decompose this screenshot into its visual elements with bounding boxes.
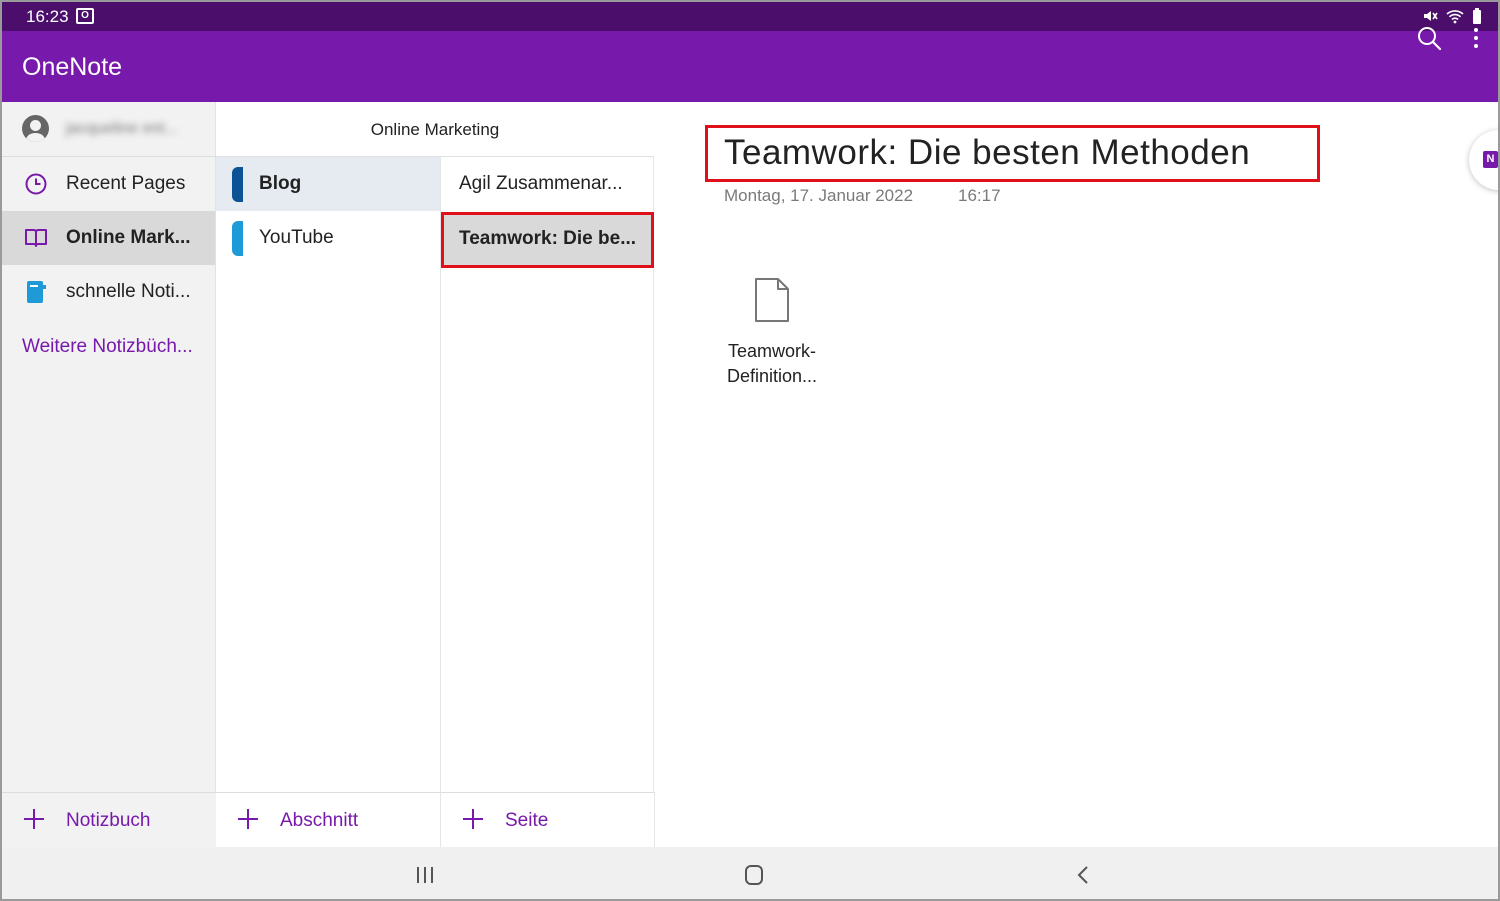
onenote-logo-icon: N (1483, 151, 1498, 168)
pages-panel: Agil Zusammenar... Teamwork: Die be... (441, 157, 654, 847)
notebook-open-icon (25, 229, 47, 247)
avatar (22, 115, 49, 142)
section-item-blog[interactable]: Blog (216, 157, 440, 211)
status-time: 16:23 (26, 7, 69, 26)
more-notebooks-link[interactable]: Weitere Notizbüch... (22, 336, 193, 358)
plus-icon (461, 807, 485, 831)
notebook-item-online-marketing[interactable]: Online Mark... (2, 211, 215, 265)
search-icon[interactable] (1415, 24, 1443, 52)
page-item-teamwork[interactable]: Teamwork: Die be... (441, 212, 654, 266)
section-color-tab (232, 167, 243, 202)
notebooks-panel: jacqueline ent... Recent Pages Online Ma… (2, 102, 216, 847)
notebook-item-label: schnelle Noti... (66, 281, 191, 302)
status-icons (1422, 8, 1482, 24)
add-notebook-button[interactable]: Notizbuch (2, 792, 216, 847)
notebook-header: Online Marketing (216, 102, 654, 157)
page-date: Montag, 17. Januar 2022 (724, 186, 914, 205)
add-page-label: Seite (505, 810, 549, 831)
account-row[interactable]: jacqueline ent... (2, 102, 216, 157)
plus-icon (22, 807, 46, 831)
notebook-item-label: Recent Pages (66, 173, 186, 194)
home-icon[interactable] (739, 861, 769, 889)
battery-icon (1473, 8, 1481, 24)
clock-icon (25, 173, 47, 195)
page-time: 16:17 (958, 186, 1001, 205)
section-item-label: Blog (259, 173, 302, 194)
more-vertical-icon[interactable] (1464, 24, 1488, 52)
app-window: 16:23 O OneNote jacqueline ent... Recent… (0, 0, 1500, 901)
notebook-icon (27, 281, 46, 303)
attachment-name: Teamwork- Definition... (726, 341, 818, 386)
status-bar: 16:23 O (2, 2, 1498, 31)
plus-icon (236, 807, 260, 831)
notebook-item-schnelle-notizen[interactable]: schnelle Noti... (2, 265, 215, 319)
section-color-tab (232, 221, 243, 256)
outlook-icon: O (76, 8, 94, 24)
wifi-icon (1446, 10, 1464, 24)
add-notebook-label: Notizbuch (66, 810, 151, 831)
account-name: jacqueline ent... (66, 120, 179, 137)
notebook-item-recent-pages[interactable]: Recent Pages (2, 157, 215, 211)
mute-icon (1424, 11, 1438, 21)
page-item-label: Teamwork: Die be... (459, 228, 637, 249)
app-title: OneNote (22, 53, 123, 81)
back-icon[interactable] (1068, 861, 1098, 889)
page-title[interactable]: Teamwork: Die besten Methoden (724, 133, 1250, 173)
document-icon (755, 278, 789, 322)
sections-panel: Blog YouTube (216, 157, 441, 847)
system-nav-bar (2, 847, 1498, 899)
add-page-button[interactable]: Seite (441, 792, 655, 847)
notebook-item-label: Online Mark... (66, 227, 191, 248)
notebook-title: Online Marketing (370, 120, 500, 139)
section-item-youtube[interactable]: YouTube (216, 211, 440, 265)
recent-apps-icon[interactable] (410, 861, 440, 889)
attachment-file[interactable]: Teamwork- Definition... (714, 277, 830, 392)
add-section-button[interactable]: Abschnitt (216, 792, 441, 847)
app-bar: OneNote (2, 31, 1498, 102)
page-item-label: Agil Zusammenar... (459, 173, 623, 194)
page-canvas[interactable] (655, 102, 1498, 847)
add-section-label: Abschnitt (280, 810, 359, 831)
section-item-label: YouTube (259, 227, 334, 248)
page-item-agil-zusammenarbeit[interactable]: Agil Zusammenar... (441, 157, 654, 211)
